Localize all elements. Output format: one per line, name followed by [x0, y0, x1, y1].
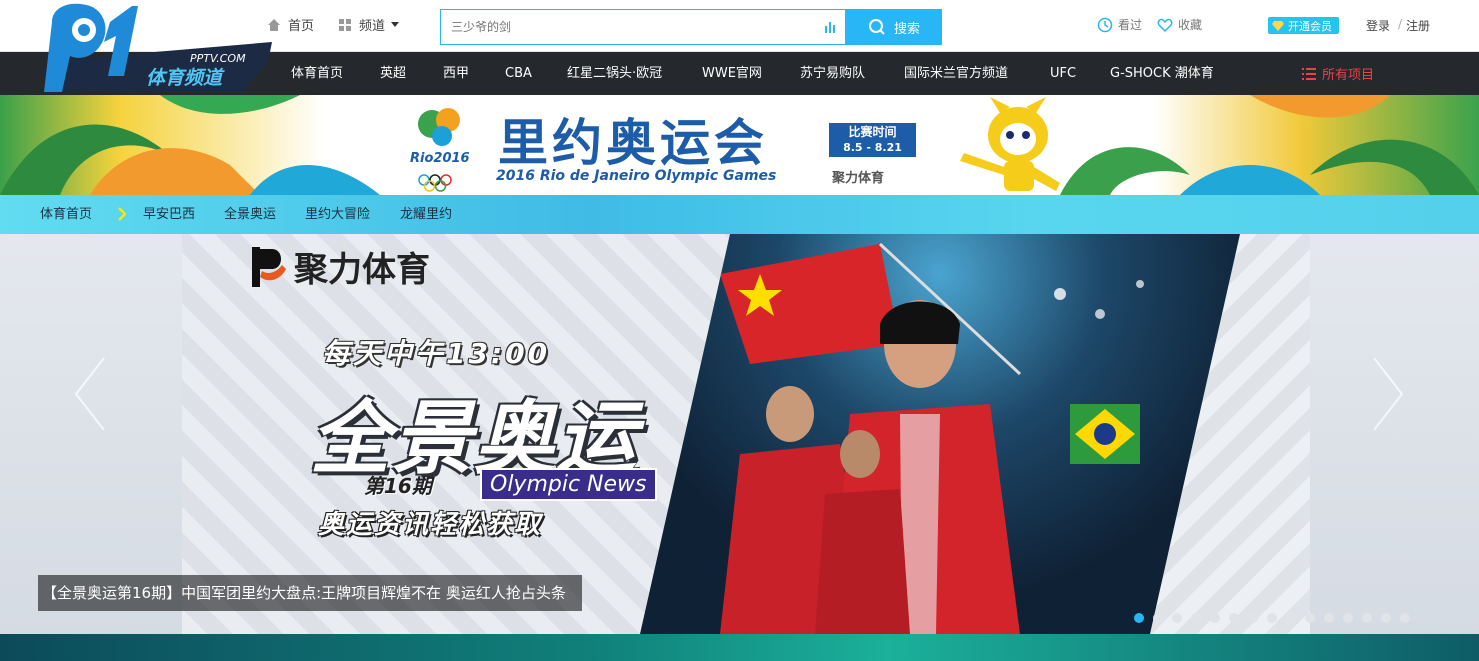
- diamond-icon: [1272, 20, 1284, 31]
- carousel-dot[interactable]: [1172, 613, 1182, 623]
- all-categories-label: 所有项目: [1322, 68, 1375, 83]
- hero-news-badge: Olympic News: [480, 468, 657, 501]
- carousel-indicators: [1134, 613, 1410, 623]
- carousel-dot[interactable]: [1248, 613, 1258, 623]
- subnav-item-sports-home[interactable]: 体育首页: [40, 195, 92, 234]
- grid-icon: [339, 18, 351, 31]
- home-label: 首页: [288, 19, 315, 34]
- carousel-dot[interactable]: [1362, 613, 1372, 623]
- athletes-image: [662, 242, 1144, 634]
- history-link[interactable]: 看过: [1097, 16, 1142, 33]
- login-link[interactable]: 登录: [1366, 17, 1390, 34]
- banner-subtitle: 2016 Rio de Janeiro Olympic Games: [496, 168, 777, 184]
- date-badge: 比赛时间 8.5 - 8.21: [829, 123, 916, 157]
- clock-icon: [1097, 17, 1113, 32]
- register-link[interactable]: 注册: [1406, 17, 1430, 34]
- hero-brand-text: 聚力体育: [294, 250, 430, 290]
- slide-caption[interactable]: 【全景奥运第16期】中国军团里约大盘点:王牌项目辉煌不在 奥运红人抢占头条: [38, 575, 582, 611]
- subnav-item-dragon-rio[interactable]: 龙耀里约: [400, 195, 452, 234]
- vip-label: 开通会员: [1288, 19, 1332, 33]
- nav-item-inter-milan[interactable]: 国际米兰官方频道: [904, 52, 1008, 95]
- list-icon: [1302, 67, 1316, 80]
- chevron-right-icon: [118, 207, 126, 221]
- search-button[interactable]: 搜索: [846, 9, 942, 45]
- site-logo[interactable]: PPTV.COM 体育频道: [42, 2, 274, 94]
- nav-item-suning[interactable]: 苏宁易购队: [800, 52, 865, 95]
- banner-brand: 聚力体育: [832, 171, 885, 186]
- caret-down-icon: [391, 21, 400, 27]
- nav-item-cba[interactable]: CBA: [505, 52, 532, 95]
- carousel-dot[interactable]: [1381, 613, 1391, 623]
- nav-item-ufc[interactable]: UFC: [1050, 52, 1076, 95]
- logo-domain: PPTV.COM: [190, 52, 246, 65]
- hero-issue: 第16期: [364, 474, 432, 498]
- favorites-link[interactable]: 收藏: [1157, 16, 1202, 33]
- carousel-dot[interactable]: [1153, 613, 1163, 623]
- nav-item-sports-home[interactable]: 体育首页: [291, 52, 343, 95]
- pptv-sports-logo: PPTV.COM 体育频道: [44, 3, 272, 93]
- carousel-dot[interactable]: [1191, 613, 1201, 623]
- hero-photo: [640, 234, 1240, 634]
- search-button-label: 搜索: [893, 21, 920, 37]
- bars-icon: [825, 22, 835, 33]
- rio-2016-logo: [418, 108, 460, 192]
- carousel-dot[interactable]: [1324, 613, 1334, 623]
- rio-logo-text: Rio2016: [410, 151, 470, 166]
- sub-nav: 体育首页 早安巴西 全景奥运 里约大冒险 龙耀里约: [0, 195, 1479, 234]
- nav-item-premier-league[interactable]: 英超: [380, 52, 406, 95]
- heart-icon: [1157, 18, 1173, 32]
- olympic-banner[interactable]: Rio2016 里约奥运会 2016 Rio de Janeiro Olympi…: [0, 95, 1479, 195]
- carousel-dot[interactable]: [1286, 613, 1296, 623]
- bottom-decorative-strip: [0, 634, 1479, 661]
- subnav-item-panorama-olympics[interactable]: 全景奥运: [224, 195, 276, 234]
- subnav-item-rio-adventure[interactable]: 里约大冒险: [305, 195, 370, 234]
- logo-name: 体育频道: [146, 67, 225, 89]
- mascot-vinicius: [960, 97, 1060, 191]
- hero-brand-logo: 聚力体育: [252, 242, 430, 291]
- banner-title: 里约奥运会: [498, 114, 768, 172]
- subnav-item-good-morning-brazil[interactable]: 早安巴西: [143, 195, 195, 234]
- channel-dropdown[interactable]: 频道: [337, 15, 400, 34]
- nav-item-la-liga[interactable]: 西甲: [443, 52, 469, 95]
- date-range: 8.5 - 8.21: [843, 141, 902, 154]
- next-slide-arrow[interactable]: [1368, 354, 1408, 434]
- juli-sports-logo-icon: [252, 246, 286, 287]
- favorites-label: 收藏: [1178, 18, 1203, 32]
- channel-label: 频道: [359, 19, 386, 34]
- carousel-dot[interactable]: [1210, 613, 1220, 623]
- search-input[interactable]: [441, 10, 815, 44]
- history-label: 看过: [1118, 18, 1143, 32]
- carousel-dot[interactable]: [1343, 613, 1353, 623]
- hero-tagline: 奥运资讯轻松获取: [318, 510, 543, 540]
- search-icon: [868, 19, 885, 35]
- carousel-dot[interactable]: [1305, 613, 1315, 623]
- nav-item-gshock[interactable]: G-SHOCK 潮体育: [1110, 52, 1214, 95]
- date-label: 比赛时间: [848, 125, 897, 139]
- search-box: [440, 9, 846, 45]
- all-categories-link[interactable]: 所有项目: [1302, 52, 1374, 95]
- login-separator: /: [1398, 17, 1403, 31]
- carousel-dot[interactable]: [1400, 613, 1410, 623]
- prev-slide-arrow[interactable]: [70, 354, 110, 434]
- hero-airtime: 每天中午13:00: [322, 337, 551, 370]
- nav-item-champions-league[interactable]: 红星二锅头·欧冠: [567, 52, 662, 95]
- vip-button[interactable]: 开通会员: [1268, 17, 1339, 34]
- carousel-dot[interactable]: [1134, 613, 1144, 623]
- carousel-dot[interactable]: [1267, 613, 1277, 623]
- nav-item-wwe[interactable]: WWE官网: [702, 52, 762, 95]
- carousel-dot[interactable]: [1229, 613, 1239, 623]
- hero-carousel[interactable]: 聚力体育 每天中午13:00 全景奥运 第16期 Olympic News 奥运…: [0, 234, 1479, 634]
- voice-search-button[interactable]: [815, 10, 845, 44]
